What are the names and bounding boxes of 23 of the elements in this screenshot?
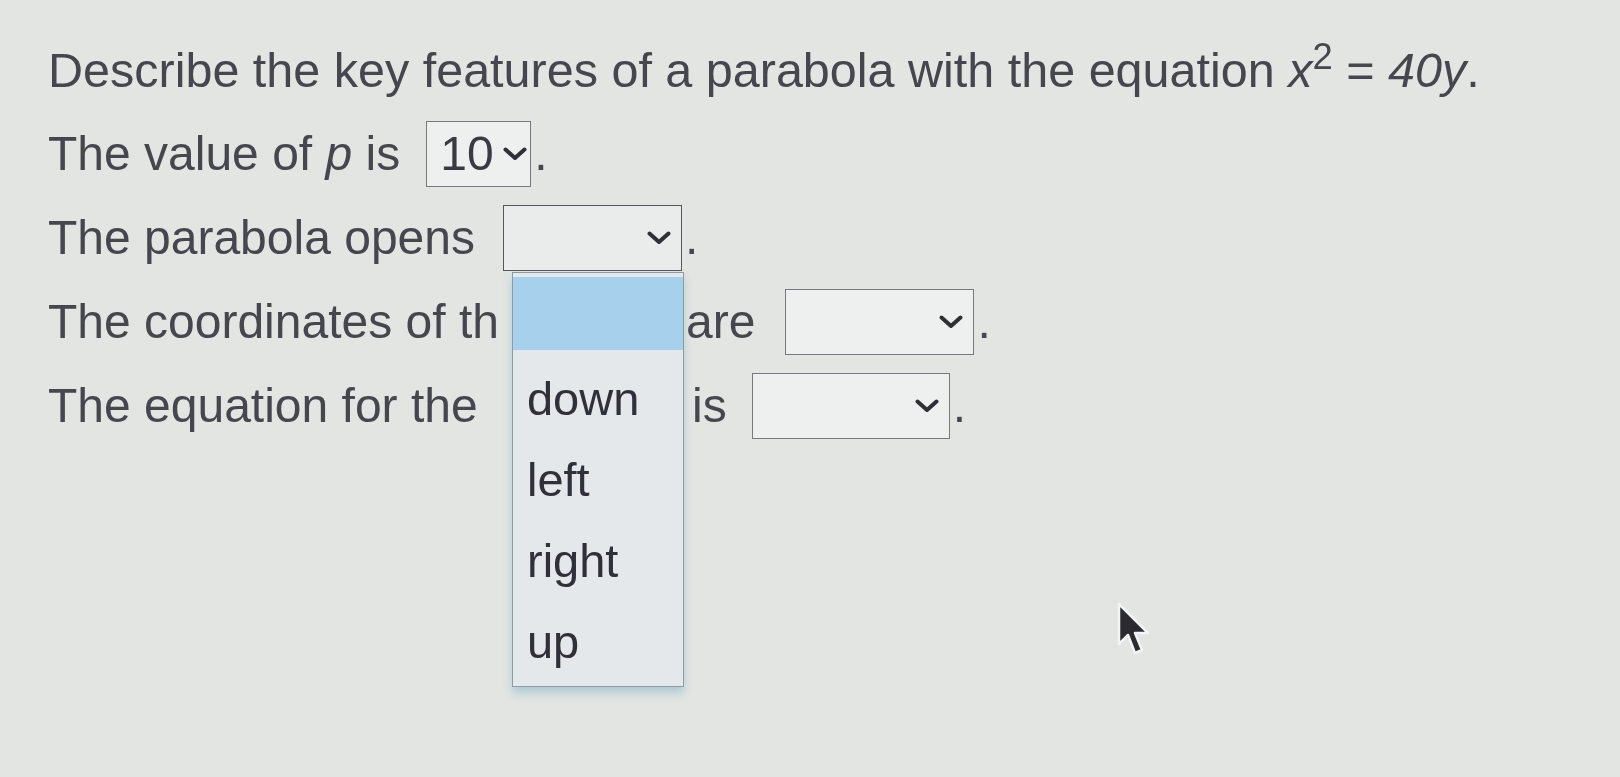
question-text: The value of p is — [48, 127, 401, 180]
dropdown-select[interactable] — [751, 373, 950, 439]
dropdown-option[interactable]: left — [513, 439, 683, 520]
punctuation-text: . — [685, 210, 699, 266]
chevron-down-icon — [503, 147, 528, 161]
dropdown-option[interactable]: right — [513, 520, 683, 601]
question-text: are — [686, 294, 756, 350]
question-prompt: Describe the key features of a parabola with the equation x$^{2}$ = 40y. — [48, 42, 1480, 98]
dropdown-select[interactable] — [785, 289, 975, 355]
dropdown-option[interactable]: down — [513, 358, 683, 439]
chevron-down-icon — [939, 315, 964, 329]
dropdown-select[interactable]: 10 — [426, 121, 532, 187]
question-text: is — [692, 378, 727, 434]
question-text: The coordinates of th — [48, 295, 499, 348]
punctuation-text: . — [952, 378, 966, 434]
question-text: The parabola opens — [48, 211, 475, 264]
chevron-down-icon — [914, 399, 939, 413]
question-text: The equation for the — [48, 379, 478, 432]
chevron-down-icon — [647, 231, 671, 245]
punctuation-text: . — [977, 294, 991, 350]
dropdown-option[interactable]: up — [513, 601, 683, 682]
punctuation-text: . — [534, 126, 548, 182]
dropdown-select[interactable] — [503, 205, 682, 271]
